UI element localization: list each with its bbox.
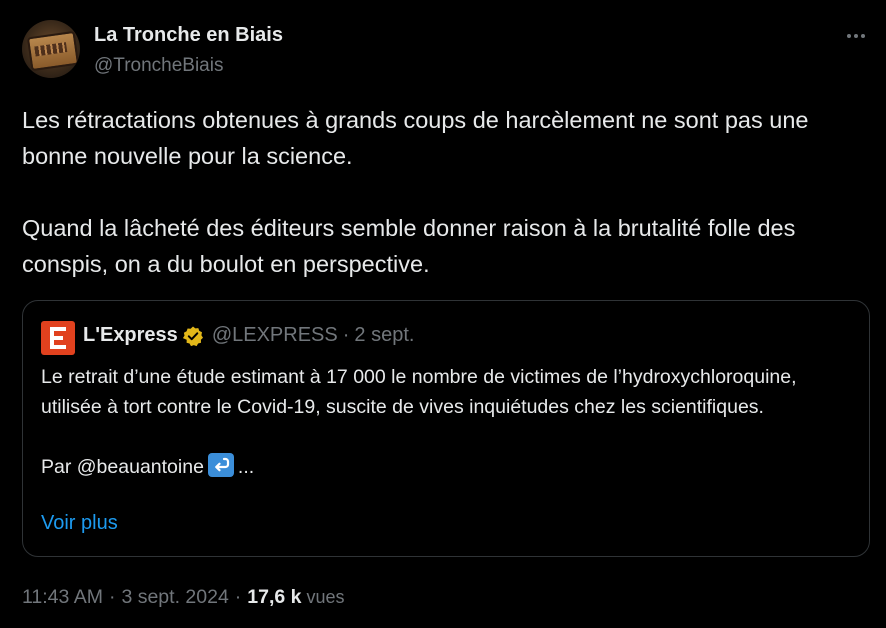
tweet: La Tronche en Biais @TroncheBiais Les ré… bbox=[0, 0, 886, 628]
author-handle[interactable]: @TroncheBiais bbox=[94, 55, 223, 77]
tweet-paragraph: Quand la lâcheté des éditeurs semble don… bbox=[22, 215, 796, 277]
quoted-byline: Par @beauantoine... bbox=[41, 452, 851, 482]
mention-link[interactable]: @beauantoine bbox=[77, 456, 204, 478]
tweet-text: Les rétractations obtenues à grands coup… bbox=[22, 102, 867, 282]
byline-prefix: Par bbox=[41, 456, 77, 478]
quoted-header: L'Express @LEXPRESS · 2 sept. bbox=[83, 324, 414, 347]
avatar-logo bbox=[26, 30, 80, 72]
tweet-paragraph: Les rétractations obtenues à grands coup… bbox=[22, 107, 809, 169]
dot bbox=[847, 34, 851, 38]
quoted-author-avatar[interactable] bbox=[41, 321, 75, 355]
meta-separator: · bbox=[234, 586, 242, 608]
views-label: vues bbox=[306, 587, 345, 607]
quoted-text: Le retrait d’une étude estimant à 17 000… bbox=[41, 362, 851, 482]
quoted-author-name[interactable]: L'Express bbox=[83, 324, 178, 347]
more-options-icon[interactable] bbox=[844, 26, 868, 46]
quoted-separator: · bbox=[342, 324, 350, 346]
author-avatar[interactable] bbox=[22, 20, 80, 78]
return-arrow-icon bbox=[207, 453, 234, 477]
tweet-date[interactable]: 3 sept. 2024 bbox=[121, 586, 228, 609]
verified-badge-icon[interactable] bbox=[182, 325, 204, 347]
see-more-link[interactable]: Voir plus bbox=[41, 512, 118, 535]
express-logo-icon bbox=[50, 327, 66, 349]
dot bbox=[854, 34, 858, 38]
meta-separator: · bbox=[108, 586, 116, 608]
tweet-meta: 11:43 AM · 3 sept. 2024 · 17,6 k vues bbox=[22, 586, 345, 609]
author-display-name[interactable]: La Tronche en Biais bbox=[94, 24, 283, 47]
quoted-paragraph: Le retrait d’une étude estimant à 17 000… bbox=[41, 366, 797, 418]
views-count[interactable]: 17,6 k bbox=[247, 586, 301, 609]
quoted-tweet[interactable]: L'Express @LEXPRESS · 2 sept. Le retrait… bbox=[22, 300, 870, 557]
ellipsis: ... bbox=[237, 456, 255, 478]
tweet-time[interactable]: 11:43 AM bbox=[22, 586, 103, 609]
quoted-date[interactable]: 2 sept. bbox=[354, 324, 414, 347]
dot bbox=[861, 34, 865, 38]
quoted-author-handle[interactable]: @LEXPRESS bbox=[212, 324, 338, 347]
